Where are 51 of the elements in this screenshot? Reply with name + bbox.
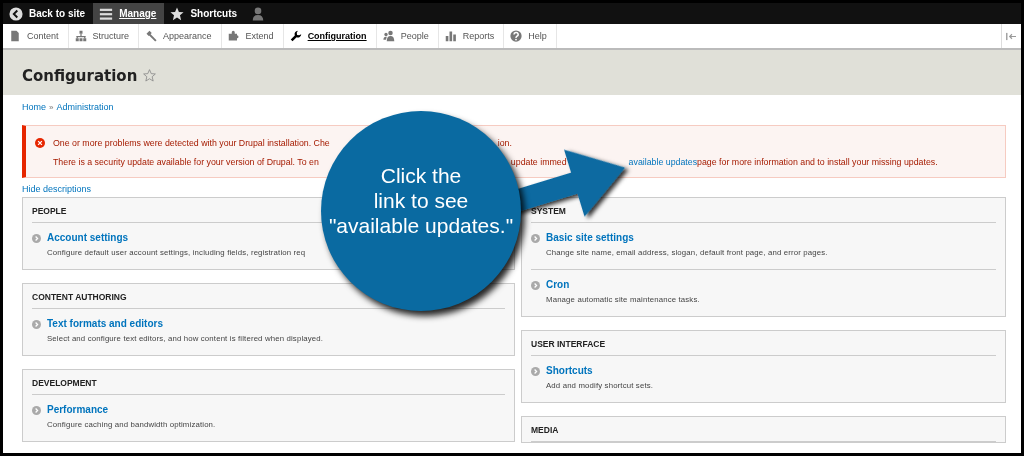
breadcrumb-link[interactable]: Administration xyxy=(56,102,114,112)
user-icon xyxy=(251,6,266,21)
toolbar-button[interactable]: Shortcuts xyxy=(164,3,246,24)
menu-tab[interactable]: People xyxy=(376,24,439,48)
collapse-icon xyxy=(1006,31,1017,41)
config-link[interactable]: Performance xyxy=(47,404,216,415)
back-icon xyxy=(9,6,23,21)
chevron-circle-icon xyxy=(32,234,41,243)
breadcrumb-link[interactable]: Home xyxy=(22,102,46,112)
message-text: page for more information and to install your missing updates. xyxy=(697,156,938,167)
menu-tab[interactable]: Configuration xyxy=(283,24,377,48)
menu-icon xyxy=(99,6,114,21)
config-link[interactable]: Basic site settings xyxy=(546,232,828,243)
menu-tab[interactable]: Reports xyxy=(438,24,505,48)
config-link[interactable]: Text formats and editors xyxy=(47,318,324,329)
config-link[interactable]: Cron xyxy=(546,279,700,290)
document-icon xyxy=(9,30,21,42)
message-text: There is a security update available for your version of Drupal. To en xyxy=(53,156,319,167)
message-text: update immed xyxy=(510,156,567,167)
puzzle-icon xyxy=(227,30,240,42)
bar-chart-icon xyxy=(444,30,457,42)
chevron-circle-icon xyxy=(32,320,41,329)
menu-tab[interactable]: Appearance xyxy=(139,24,222,48)
chevron-circle-icon xyxy=(531,367,540,376)
panel-heading: USER INTERFACE xyxy=(531,331,996,356)
star-icon xyxy=(170,6,185,21)
chevron-circle-icon xyxy=(531,234,540,243)
message-text: ion. xyxy=(497,137,512,148)
menu-tab[interactable]: Help xyxy=(504,24,557,48)
chevron-circle-icon xyxy=(32,406,41,415)
help-icon xyxy=(510,30,523,42)
hammer-icon xyxy=(145,30,158,42)
menu-tab[interactable]: Extend xyxy=(221,24,284,48)
message-text: One or more problems were detected with your Drupal installation. Che xyxy=(53,137,330,148)
wrench-icon xyxy=(289,30,302,42)
toolbar-button[interactable]: Manage xyxy=(93,3,165,24)
favorite-star-icon[interactable] xyxy=(143,69,157,82)
panel-heading: MEDIA xyxy=(531,417,996,442)
breadcrumb-separator: » xyxy=(49,102,54,112)
panel-heading: DEVELOPMENT xyxy=(32,370,505,395)
people-icon xyxy=(382,30,395,42)
page-title: Configuration xyxy=(22,66,138,85)
error-icon xyxy=(35,137,45,148)
config-link[interactable]: Account settings xyxy=(47,232,306,243)
chevron-circle-icon xyxy=(531,281,540,290)
toolbar-button[interactable]: Back to site xyxy=(3,3,94,24)
menu-tab[interactable]: Content xyxy=(3,24,69,48)
menu-tab[interactable]: Structure xyxy=(68,24,140,48)
updates-link[interactable]: available updates xyxy=(628,156,698,167)
hierarchy-icon xyxy=(74,30,87,42)
config-link[interactable]: Shortcuts xyxy=(546,365,654,376)
